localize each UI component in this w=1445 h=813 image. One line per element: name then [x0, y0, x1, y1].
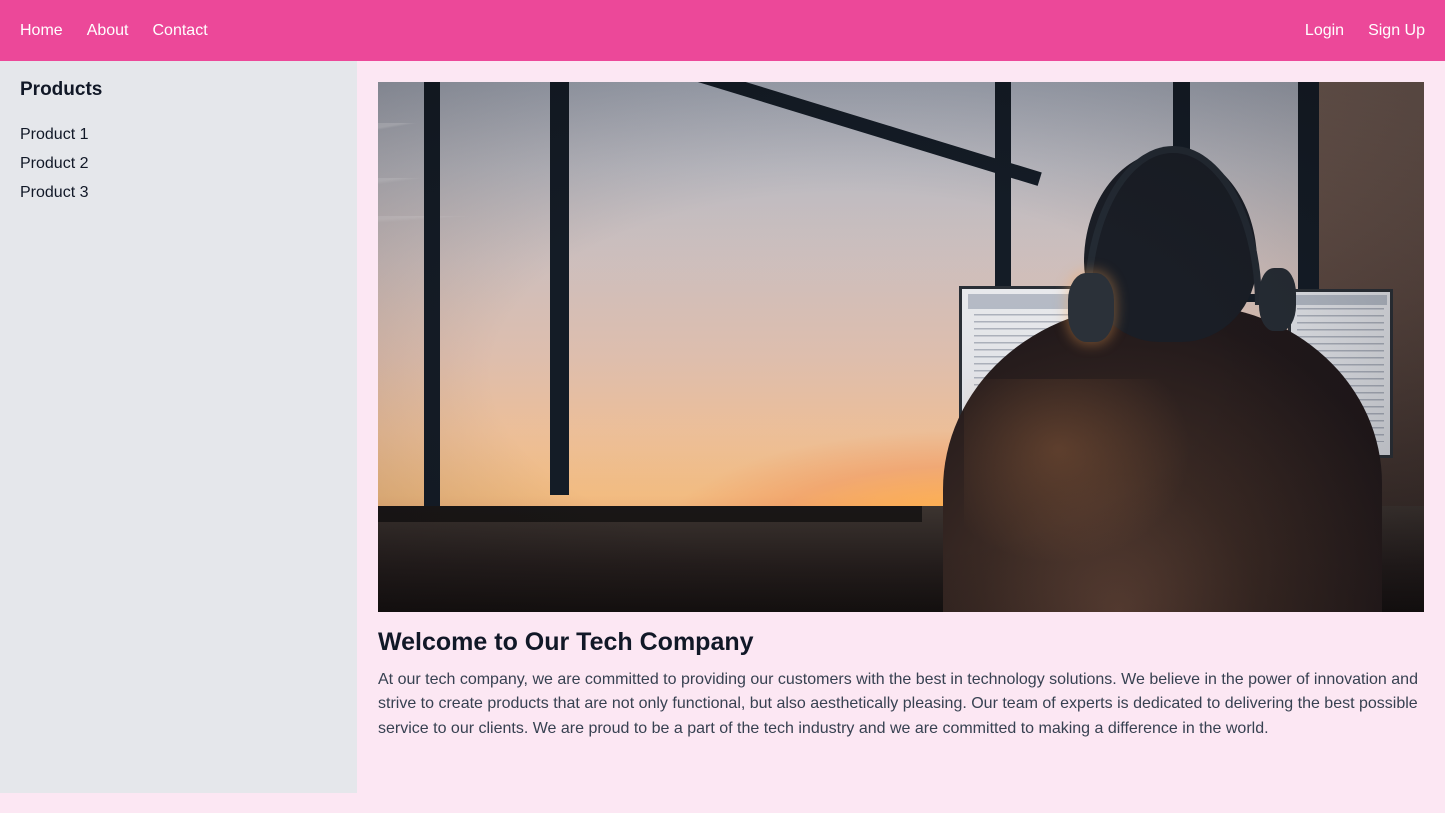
nav-link-login[interactable]: Login	[1305, 22, 1344, 39]
sidebar-item-product-2[interactable]: Product 2	[20, 154, 88, 174]
site-header: Home About Contact Login Sign Up	[0, 0, 1445, 61]
hero-vignette	[378, 82, 1424, 612]
nav-link-about[interactable]: About	[87, 22, 129, 39]
list-item: Product 2	[20, 154, 337, 174]
sidebar-item-product-1[interactable]: Product 1	[20, 125, 88, 145]
sidebar: Products Product 1 Product 2 Product 3	[0, 61, 357, 793]
account-navigation: Login Sign Up	[1281, 22, 1425, 39]
main-content: Welcome to Our Tech Company At our tech …	[357, 61, 1445, 793]
nav-link-sign-up[interactable]: Sign Up	[1368, 22, 1425, 39]
sidebar-item-product-3[interactable]: Product 3	[20, 183, 88, 203]
list-item: Product 1	[20, 125, 337, 145]
nav-link-contact[interactable]: Contact	[153, 22, 208, 39]
sidebar-product-list: Product 1 Product 2 Product 3	[20, 125, 337, 203]
sidebar-title: Products	[20, 79, 103, 100]
page-title: Welcome to Our Tech Company	[378, 628, 754, 656]
nav-link-home[interactable]: Home	[20, 22, 63, 39]
page-layout: Products Product 1 Product 2 Product 3 W…	[0, 61, 1445, 793]
primary-navigation: Home About Contact	[20, 22, 208, 39]
hero-photo	[378, 82, 1424, 612]
article-body-text: At our tech company, we are committed to…	[378, 670, 1418, 738]
list-item: Product 3	[20, 183, 337, 203]
